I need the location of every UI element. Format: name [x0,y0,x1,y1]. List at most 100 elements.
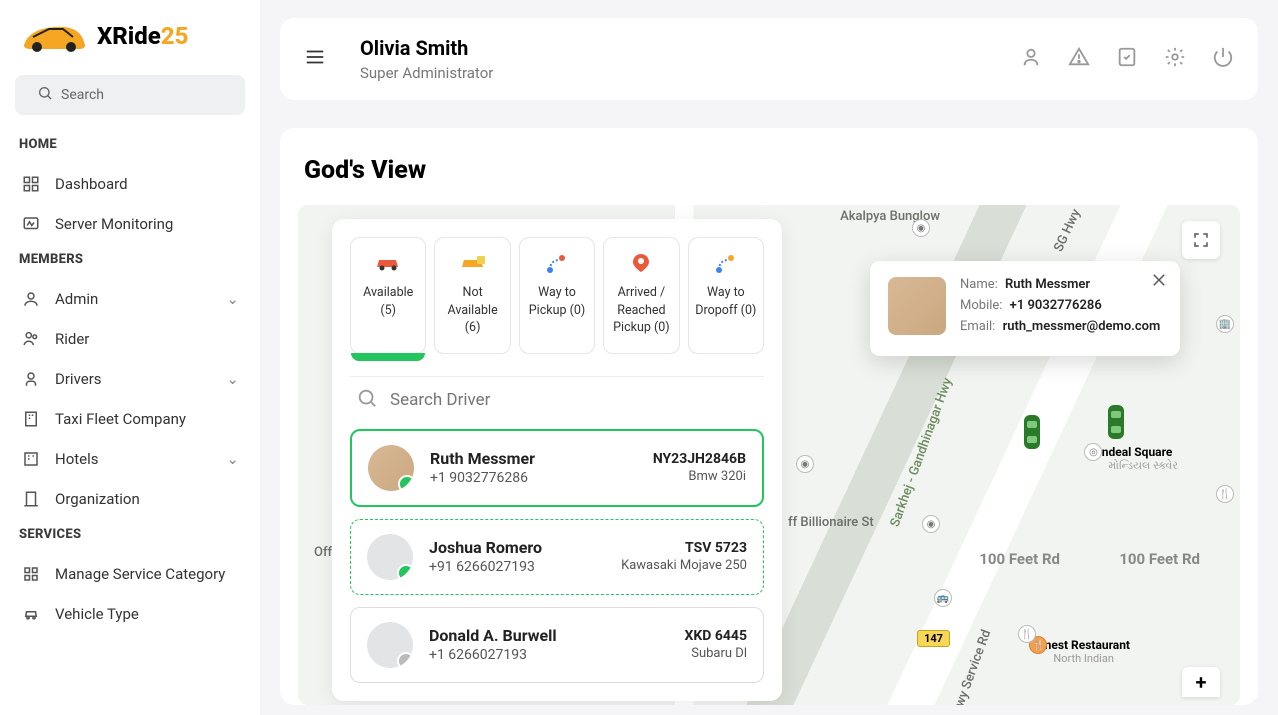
map-container[interactable]: Akalpya Bunglow SG Hwy Sarkhej - Gandhin… [298,205,1240,705]
driver-marker[interactable] [1020,413,1044,451]
search-placeholder: Search [61,87,104,103]
route-badge: 147 [917,630,950,647]
driver-name: Joshua Romero [429,538,605,557]
page-title: God's View [298,156,1240,185]
driver-marker[interactable] [1104,403,1128,441]
tab-way-to-dropoff[interactable]: Way to Dropoff (0) [688,237,764,354]
car-icon [21,604,41,624]
close-icon[interactable] [1150,271,1168,293]
zoom-in-button[interactable]: + [1182,667,1220,697]
nav-admin[interactable]: Admin ⌄ [15,279,245,319]
chevron-down-icon: ⌄ [226,450,239,468]
nav-vehicle-type[interactable]: Vehicle Type [15,594,245,634]
topbar: Olivia Smith Super Administrator [280,18,1258,100]
driver-plate: TSV 5723 [621,540,747,556]
map-label: ff Billionaire St [788,515,874,530]
nav-dashboard[interactable]: Dashboard [15,164,245,204]
monitor-icon [21,214,41,234]
profile-icon[interactable] [1020,46,1042,72]
nav-manage-service-category[interactable]: Manage Service Category [15,554,245,594]
pickup-route-icon [524,250,590,276]
sidebar: XRide25 Search HOME Dashboard Server Mon… [0,0,260,715]
avatar [888,277,946,335]
brand-text: XRide25 [97,22,188,50]
section-members: MEMBERS [15,252,245,267]
dashboard-icon [21,174,41,194]
driver-card[interactable]: Donald A. Burwell +1 6266027193 XKD 6445… [350,607,764,683]
power-icon[interactable] [1212,46,1234,72]
section-home: HOME [15,137,245,152]
nav-rider[interactable]: Rider [15,319,245,359]
building-icon: 🏢 [1216,315,1234,333]
user-name: Olivia Smith [360,36,493,60]
main-content: Olivia Smith Super Administrator God's V… [260,0,1278,715]
restaurant-icon: 🍴 [1216,485,1234,503]
nav-taxi-fleet[interactable]: Taxi Fleet Company [15,399,245,439]
poi-icon: ◉ [922,515,940,533]
map-label: Off [314,545,332,560]
current-user: Olivia Smith Super Administrator [360,36,493,82]
section-services: SERVICES [15,527,245,542]
search-icon [37,85,53,105]
arrived-icon [608,250,674,276]
driver-car: Subaru Dl [685,646,748,661]
driver-search-input[interactable] [390,390,758,410]
building-icon [21,409,41,429]
driver-card-selected[interactable]: Ruth Messmer +1 9032776286 NY23JH2846B B… [350,429,764,507]
dropoff-route-icon [693,250,759,276]
driver-phone: +1 6266027193 [429,647,669,663]
content-card: God's View Akalpya Bunglow SG Hwy Sarkhe… [280,128,1258,705]
hotel-icon [21,449,41,469]
nav-hotels[interactable]: Hotels ⌄ [15,439,245,479]
drivers-icon [21,369,41,389]
tab-way-to-pickup[interactable]: Way to Pickup (0) [519,237,595,354]
restaurant-icon: 🍴 [1018,625,1036,643]
admin-icon [21,289,41,309]
fullscreen-button[interactable] [1182,221,1220,259]
avatar [367,622,413,668]
brand-logo[interactable]: XRide25 [15,15,245,57]
alert-icon[interactable] [1068,46,1090,72]
menu-toggle-button[interactable] [304,46,326,72]
driver-phone: +91 6266027193 [429,559,605,575]
map-label: 100 Feet Rd [1119,550,1200,568]
note-icon[interactable] [1116,46,1138,72]
rider-icon [21,329,41,349]
driver-plate: NY23JH2846B [653,451,746,467]
driver-name: Donald A. Burwell [429,626,669,645]
car-unavailable-icon [439,250,505,276]
poi-honest: 🍴Honest Restaurant North Indian [1029,638,1130,665]
driver-phone: +1 9032776286 [430,470,637,486]
nav-server-monitoring[interactable]: Server Monitoring [15,204,245,244]
tab-arrived-pickup[interactable]: Arrived / Reached Pickup (0) [603,237,679,354]
driver-plate: XKD 6445 [685,628,748,644]
bus-icon: 🚌 [934,589,952,607]
grid-icon [21,564,41,584]
chevron-down-icon: ⌄ [226,370,239,388]
avatar [368,445,414,491]
nav-organization[interactable]: Organization [15,479,245,519]
search-icon [356,387,378,413]
poi-mondeal: ◎Mondeal Square મોન્ડિયલ સ્ક્વેર [1084,445,1178,473]
sidebar-search[interactable]: Search [15,75,245,115]
tab-not-available[interactable]: Not Available (6) [434,237,510,354]
driver-car: Bmw 320i [653,469,746,484]
driver-panel: Available (5) Not Available (6) Way to P… [332,219,782,701]
driver-car: Kawasaki Mojave 250 [621,558,747,573]
driver-search[interactable] [350,376,764,429]
avatar [367,534,413,580]
org-icon [21,489,41,509]
tab-available[interactable]: Available (5) [350,237,426,354]
map-label: 100 Feet Rd [979,550,1060,568]
driver-card[interactable]: Joshua Romero +91 6266027193 TSV 5723 Ka… [350,519,764,595]
driver-name: Ruth Messmer [430,449,637,468]
settings-icon[interactable] [1164,46,1186,72]
user-role: Super Administrator [360,64,493,82]
car-logo-icon [19,15,89,57]
nav-drivers[interactable]: Drivers ⌄ [15,359,245,399]
car-available-icon [355,250,421,276]
chevron-down-icon: ⌄ [226,290,239,308]
poi-icon: ◉ [912,219,930,237]
driver-info-popup: Name: Ruth Messmer Mobile: +1 9032776286… [870,261,1180,356]
poi-icon: ◉ [796,455,814,473]
